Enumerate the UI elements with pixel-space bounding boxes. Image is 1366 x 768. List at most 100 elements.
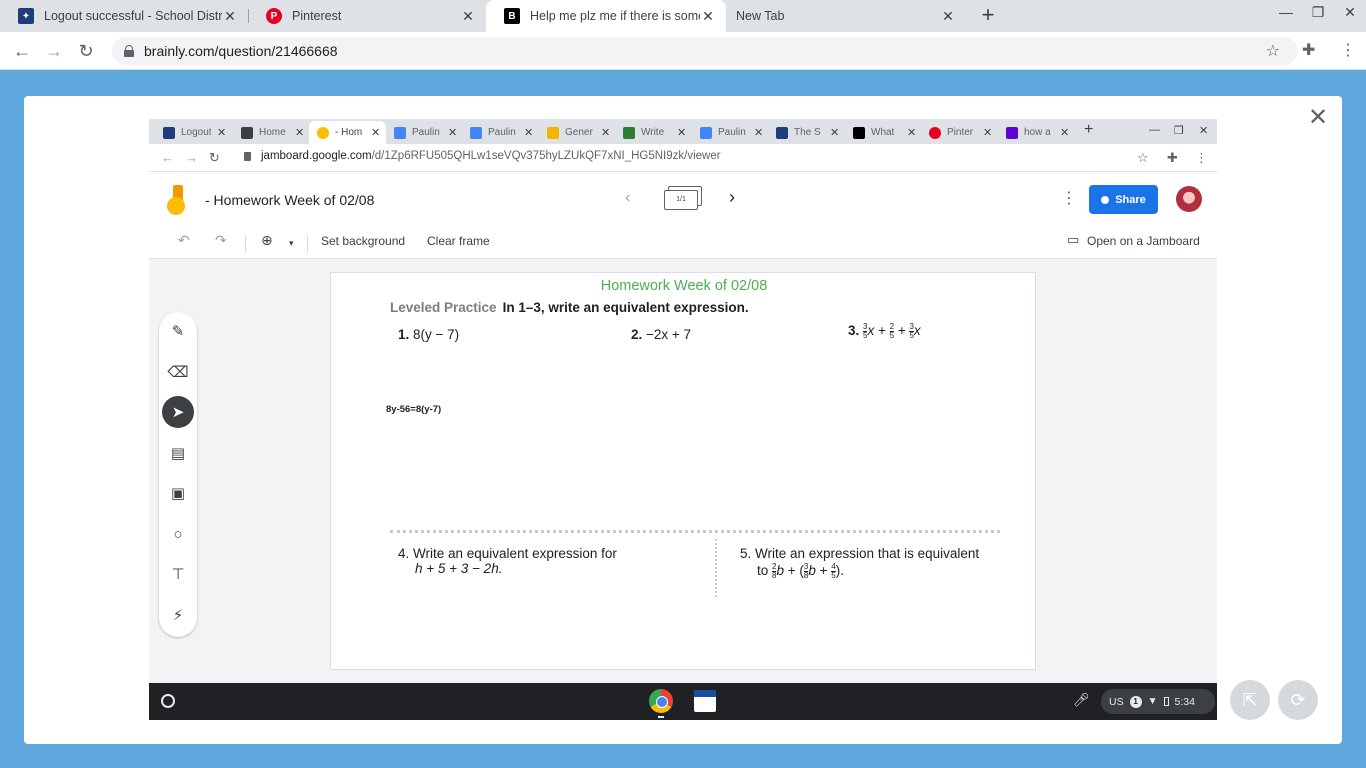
inner-tab-title: Paulin [488, 127, 516, 138]
jam-title: - Homework Week of 02/08 [205, 192, 375, 208]
close-icon[interactable]: ✕ [460, 8, 476, 25]
worksheet-instruction: Leveled Practice In 1–3, write an equival… [390, 300, 749, 315]
problem-5-line-1: 5. Write an expression that is equivalen… [740, 546, 980, 561]
open-external-icon[interactable]: ⇱ [1230, 680, 1270, 720]
avatar [1176, 186, 1202, 212]
problem-3: 3. 35x + 25 + 35x [848, 322, 921, 340]
minimize-icon[interactable]: — [1274, 4, 1298, 20]
tab-brainly[interactable]: B Help me plz me if there is some ✕ [486, 0, 726, 32]
close-icon[interactable]: ✕ [700, 8, 716, 25]
ime-label: US [1109, 695, 1124, 708]
jamboard-toolbar: ↶ ↷ ⊕ ▾ Set background Clear frame ▭ Ope… [149, 227, 1217, 259]
clear-frame-button: Clear frame [427, 234, 490, 248]
problem-5: 5. Write an expression that is equivalen… [740, 546, 979, 580]
browser-tab-strip: ✦ Logout successful - School Distri ✕ P … [0, 0, 1366, 32]
new-tab-icon: + [1084, 121, 1094, 138]
launcher-icon [161, 694, 175, 708]
address-bar[interactable]: brainly.com/question/21466668 ☆ [112, 37, 1298, 65]
close-icon: ✕ [524, 127, 534, 139]
close-icon[interactable]: ✕ [940, 8, 956, 25]
tab-new-tab[interactable]: New Tab ✕ [726, 0, 966, 32]
sticky-note-icon: ▤ [170, 445, 186, 462]
inner-tab-title: how a [1024, 127, 1051, 138]
jam-frame: Homework Week of 02/08 Leveled Practice I… [330, 272, 1036, 670]
inner-tab: Logout ✕ [155, 121, 232, 144]
browser-toolbar: ← → ↻ brainly.com/question/21466668 ☆ ✚ … [0, 32, 1366, 70]
pinterest-icon [929, 126, 941, 139]
problem-2: 2. −2x + 7 [631, 327, 691, 342]
lightbox-close-icon[interactable]: ✕ [1306, 106, 1330, 130]
school-logo-icon [163, 126, 175, 139]
problem-4-line-1: 4. Write an equivalent expression for [398, 546, 617, 561]
tab-pinterest[interactable]: P Pinterest ✕ [248, 0, 486, 32]
back-icon: ← [161, 150, 174, 165]
inner-tab-active: - Hom ✕ [309, 121, 386, 144]
toolbar-divider [245, 235, 246, 253]
close-icon: ✕ [295, 127, 305, 139]
status-tray: US 1 ▼ 5:34 [1101, 689, 1215, 714]
restore-icon[interactable]: ❐ [1306, 4, 1330, 21]
jamboard-icon [317, 126, 329, 139]
inner-tab-strip: Logout ✕ Home ✕ - Hom ✕ Paulin ✕ Paulin ✕ Gen… [149, 119, 1217, 144]
open-on-jamboard-button: Open on a Jamboard [1087, 234, 1200, 248]
extensions-icon: ✚ [1167, 150, 1178, 165]
inner-tab-title: Pinter [947, 127, 974, 138]
close-icon: ✕ [601, 127, 611, 139]
bookmark-star-icon[interactable]: ☆ [1266, 41, 1280, 61]
tab-title: Logout successful - School Distri [44, 9, 222, 23]
new-tab-button[interactable]: + [976, 4, 1000, 28]
inner-tab: Pinter ✕ [921, 121, 998, 144]
chevron-down-icon: ▾ [289, 238, 294, 248]
extensions-icon[interactable]: ✚ [1302, 40, 1315, 60]
close-icon: ✕ [371, 127, 381, 139]
mic-icon: 🎤︎ [1073, 692, 1090, 707]
inner-tab: Write ✕ [615, 121, 692, 144]
close-icon[interactable]: ✕ [222, 8, 238, 25]
jamboard-header: - Homework Week of 02/08 ‹ 1/1 › ⋮ Share [149, 173, 1217, 227]
inner-tab: how a ✕ [998, 121, 1075, 144]
close-icon: ✕ [830, 127, 840, 139]
chromeos-shelf: 🎤︎ US 1 ▼ 5:34 [149, 683, 1217, 720]
next-frame-icon: › [729, 187, 735, 207]
app-icon [694, 690, 716, 712]
tab-title: Help me plz me if there is some [530, 9, 700, 23]
problem-4-line-2: h + 5 + 3 − 2h. [415, 561, 503, 576]
inner-tab: Home ✕ [233, 121, 310, 144]
tab-logout[interactable]: ✦ Logout successful - School Distri ✕ [0, 0, 248, 32]
frame-indicator: 1/1 [664, 190, 698, 210]
docs-icon [470, 126, 482, 139]
more-options-icon: ⋮ [1061, 190, 1077, 207]
rotate-icon[interactable]: ⟳ [1278, 680, 1318, 720]
undo-icon: ↶ [178, 232, 190, 248]
close-icon: ✕ [677, 127, 687, 139]
docs-icon [394, 126, 406, 139]
text-box-icon: ⊤ [171, 566, 185, 583]
problem-text: −2x + 7 [646, 327, 692, 342]
inner-tab: Paulin ✕ [462, 121, 539, 144]
close-icon: ✕ [217, 127, 227, 139]
laser-icon: ⚡ [172, 607, 184, 624]
inner-tab-title: Logout [181, 127, 211, 138]
jamboard-canvas: ✎ ⌫ ➤ ▤ ▣ ○ ⊤ ⚡ Homework Week of 02/08 L… [149, 259, 1217, 683]
running-indicator [658, 716, 664, 718]
inner-tab-title: Paulin [412, 127, 440, 138]
close-icon: ✕ [983, 127, 993, 139]
close-window-icon[interactable]: ✕ [1338, 4, 1362, 21]
close-icon: ✕ [1060, 127, 1070, 139]
back-icon[interactable]: ← [10, 39, 34, 63]
browser-menu-icon[interactable]: ⋮ [1340, 40, 1356, 60]
inner-tab: Paulin ✕ [692, 121, 769, 144]
inner-tab-title: What [871, 127, 895, 138]
close-window-icon: ✕ [1199, 125, 1209, 137]
share-label: Share [1115, 193, 1146, 206]
inner-toolbar: ← → ↻ jamboard.google.com/d/1Zp6RFU505QH… [149, 144, 1217, 172]
battery-icon [1163, 697, 1169, 706]
docs-icon [700, 126, 712, 139]
notification-count: 1 [1129, 695, 1142, 708]
inner-tab: What ✕ [845, 121, 922, 144]
select-arrow-icon: ➤ [162, 396, 194, 428]
reload-icon[interactable]: ↻ [74, 39, 98, 63]
forward-icon[interactable]: → [42, 39, 66, 63]
clock: 5:34 [1174, 695, 1195, 708]
dotted-divider-vertical [715, 539, 717, 597]
